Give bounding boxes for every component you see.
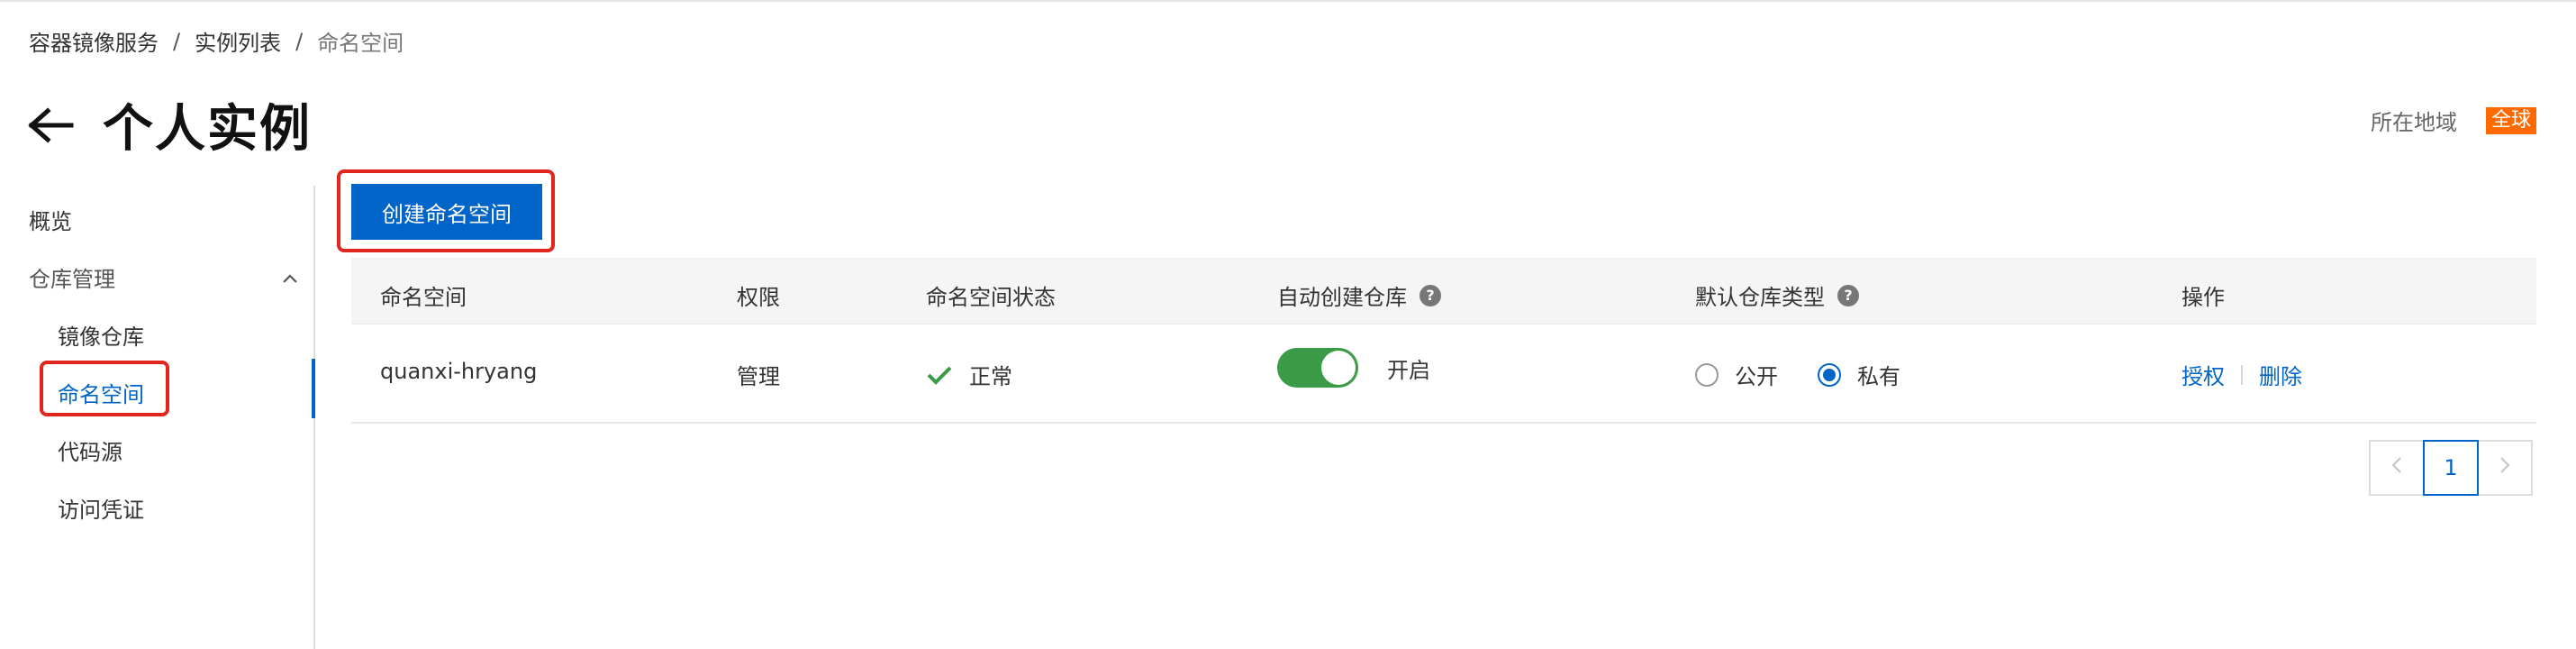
repo-type-cell: 公开 私有 bbox=[1695, 359, 1940, 390]
breadcrumb-separator: / bbox=[295, 28, 304, 54]
toggle-knob bbox=[1321, 351, 1356, 385]
column-header-permission: 权限 bbox=[737, 285, 780, 310]
radio-private[interactable] bbox=[1818, 362, 1841, 387]
sidebar-item-overview[interactable]: 概览 bbox=[29, 204, 72, 235]
status-text: 正常 bbox=[969, 364, 1012, 389]
radio-dot bbox=[1823, 368, 1836, 381]
chevron-right-icon bbox=[2499, 455, 2511, 480]
title-row: 个人实例 bbox=[27, 88, 312, 161]
actions-cell: 授权 删除 bbox=[2181, 359, 2302, 390]
page-title: 个人实例 bbox=[103, 100, 312, 159]
sidebar-item-namespace[interactable]: 命名空间 bbox=[58, 377, 144, 408]
pagination: 1 bbox=[2369, 440, 2533, 496]
auto-create-cell: 开启 bbox=[1277, 348, 1430, 393]
next-page-button[interactable] bbox=[2477, 440, 2533, 496]
column-header-status: 命名空间状态 bbox=[926, 285, 1056, 310]
namespace-name: quanxi-hryang bbox=[380, 359, 538, 384]
action-divider bbox=[2241, 364, 2243, 385]
region-label: 所在地域 bbox=[2370, 110, 2457, 135]
delete-link[interactable]: 删除 bbox=[2259, 359, 2302, 390]
page-number-current[interactable]: 1 bbox=[2423, 440, 2479, 496]
permission-value: 管理 bbox=[737, 364, 780, 389]
breadcrumb: 容器镜像服务 / 实例列表 / 命名空间 bbox=[29, 25, 404, 57]
sidebar-item-access-credential[interactable]: 访问凭证 bbox=[58, 492, 144, 524]
breadcrumb-separator: / bbox=[173, 28, 181, 54]
authorize-link[interactable]: 授权 bbox=[2181, 359, 2225, 390]
sidebar: 概览 仓库管理 镜像仓库 命名空间 代码源 访问凭证 bbox=[0, 186, 315, 649]
sidebar-item-image-repo[interactable]: 镜像仓库 bbox=[58, 319, 144, 351]
breadcrumb-item-instances[interactable]: 实例列表 bbox=[195, 25, 281, 57]
top-divider bbox=[0, 0, 2576, 2]
namespace-table: 命名空间 权限 命名空间状态 自动创建仓库 ? 默认仓库类型 ? 操作 quan… bbox=[351, 258, 2536, 424]
radio-public-label[interactable]: 公开 bbox=[1735, 359, 1778, 390]
column-header-repo-type-label: 默认仓库类型 bbox=[1695, 285, 1825, 310]
column-header-actions: 操作 bbox=[2181, 285, 2225, 310]
status-cell: 正常 bbox=[926, 359, 1012, 390]
auto-create-label: 开启 bbox=[1387, 357, 1430, 383]
auto-create-toggle[interactable] bbox=[1277, 348, 1358, 388]
column-header-repo-type: 默认仓库类型 ? bbox=[1695, 279, 1859, 311]
sidebar-item-code-source[interactable]: 代码源 bbox=[58, 434, 122, 466]
chevron-left-icon bbox=[2390, 455, 2403, 480]
breadcrumb-item-service[interactable]: 容器镜像服务 bbox=[29, 25, 159, 57]
sidebar-active-indicator bbox=[312, 359, 315, 418]
chevron-up-icon bbox=[281, 265, 299, 290]
radio-public[interactable] bbox=[1695, 362, 1719, 387]
sidebar-group-repo-management[interactable]: 仓库管理 bbox=[29, 261, 299, 293]
page: 容器镜像服务 / 实例列表 / 命名空间 个人实例 所在地域 全球 概览 仓库管… bbox=[0, 0, 2576, 649]
help-icon[interactable]: ? bbox=[1837, 284, 1859, 306]
breadcrumb-item-current: 命名空间 bbox=[317, 31, 404, 56]
table-header: 命名空间 权限 命名空间状态 自动创建仓库 ? 默认仓库类型 ? 操作 bbox=[351, 258, 2536, 324]
arrow-left-icon[interactable] bbox=[27, 101, 76, 150]
column-header-auto-create: 自动创建仓库 ? bbox=[1277, 279, 1441, 311]
radio-private-label[interactable]: 私有 bbox=[1857, 359, 1900, 390]
region-indicator: 所在地域 全球 bbox=[2371, 105, 2536, 136]
check-icon bbox=[926, 364, 953, 386]
table-row: quanxi-hryang 管理 正常 开启 公开 私有 授权 删除 bbox=[351, 324, 2536, 424]
help-icon[interactable]: ? bbox=[1420, 284, 1441, 306]
region-badge[interactable]: 全球 bbox=[2485, 106, 2536, 134]
prev-page-button[interactable] bbox=[2369, 440, 2425, 496]
column-header-auto-create-label: 自动创建仓库 bbox=[1277, 285, 1407, 310]
sidebar-group-label: 仓库管理 bbox=[29, 267, 115, 292]
column-header-namespace: 命名空间 bbox=[380, 285, 467, 310]
create-namespace-button[interactable]: 创建命名空间 bbox=[351, 184, 542, 240]
